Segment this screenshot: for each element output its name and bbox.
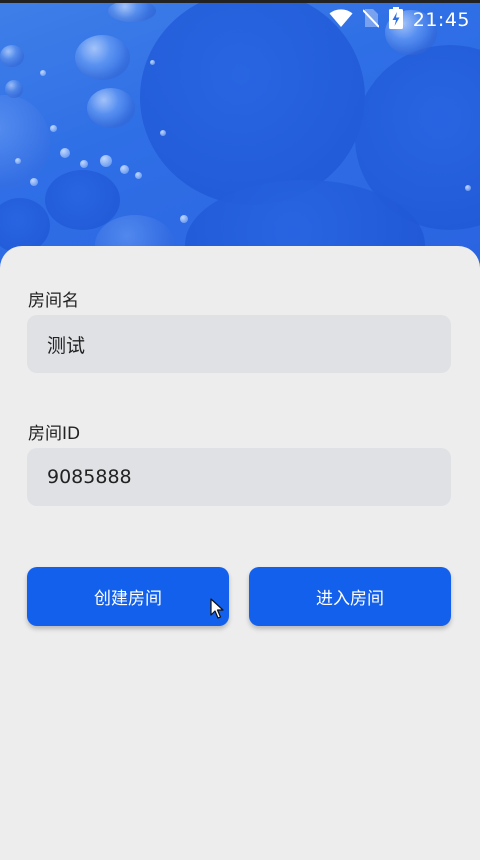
join-room-button[interactable]: 进入房间 (249, 567, 451, 626)
create-room-button[interactable]: 创建房间 (27, 567, 229, 626)
mouse-pointer-icon (210, 598, 224, 624)
no-sim-icon (362, 8, 380, 32)
room-name-input[interactable] (27, 315, 451, 373)
room-form-card: 房间名 房间ID 创建房间 进入房间 (0, 246, 480, 860)
room-id-label: 房间ID (28, 424, 81, 444)
status-icons: 21:45 (329, 7, 470, 33)
screen: 21:45 房间名 房间ID 创建房间 进入房间 (0, 0, 480, 860)
room-name-label: 房间名 (28, 291, 79, 311)
status-bar: 21:45 (0, 0, 480, 38)
battery-charging-icon (388, 7, 403, 33)
room-id-input[interactable] (27, 448, 451, 506)
status-time: 21:45 (412, 9, 470, 31)
header-bubble-background (0, 0, 480, 280)
status-bar-top-edge (0, 0, 480, 3)
wifi-icon (329, 8, 353, 32)
